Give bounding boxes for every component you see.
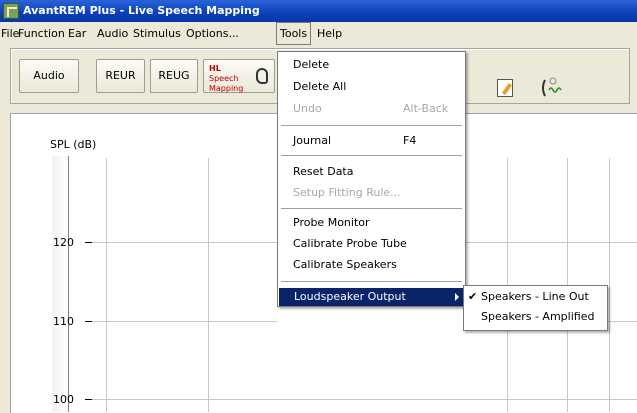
menu-help[interactable]: Help xyxy=(317,22,342,45)
menu-tools[interactable]: Tools xyxy=(276,22,312,45)
grid-line xyxy=(92,321,277,322)
window-title: AvantREM Plus - Live Speech Mapping xyxy=(23,4,260,17)
grid-line xyxy=(466,242,637,243)
audio-button[interactable]: Audio xyxy=(19,59,79,93)
journal-label: Journal xyxy=(293,134,332,147)
grid-line xyxy=(208,158,209,412)
y-tick-label: 100 xyxy=(53,393,74,406)
menu-item-setup-fitting-rule[interactable]: Setup Fitting Rule... xyxy=(278,184,465,202)
menu-item-delete[interactable]: Delete xyxy=(278,56,465,74)
undo-shortcut: Alt-Back xyxy=(403,102,449,115)
menu-separator xyxy=(281,125,462,126)
menu-bar: File Function Ear Audio Stimulus Options… xyxy=(0,22,637,45)
tick-mark xyxy=(85,399,92,400)
checkmark-icon: ✔ xyxy=(468,290,478,303)
menu-item-calibrate-speakers[interactable]: Calibrate Speakers xyxy=(278,256,465,274)
app-icon xyxy=(3,3,19,19)
probe-icon[interactable] xyxy=(541,76,565,100)
loudspeaker-output-submenu: ✔ Speakers - Line Out Speakers - Amplifi… xyxy=(463,285,608,331)
notepad-icon[interactable] xyxy=(497,79,513,97)
menu-item-reset-data[interactable]: Reset Data xyxy=(278,163,465,181)
tools-menu: Delete Delete All Undo Alt-Back Journal … xyxy=(277,51,466,307)
menu-options[interactable]: Options... xyxy=(186,22,239,45)
menu-function[interactable]: Function xyxy=(18,22,65,45)
menu-stimulus[interactable]: Stimulus xyxy=(133,22,181,45)
menu-separator xyxy=(281,155,462,156)
line-out-label: Speakers - Line Out xyxy=(481,290,589,303)
menu-item-delete-all[interactable]: Delete All xyxy=(278,78,465,96)
menu-ear[interactable]: Ear xyxy=(68,22,86,45)
menu-file[interactable]: File xyxy=(1,22,19,45)
speech-mapping-button[interactable]: HL Speech Mapping xyxy=(203,59,275,93)
grid-line xyxy=(92,242,277,243)
title-bar: AvantREM Plus - Live Speech Mapping xyxy=(0,0,637,22)
ear-icon xyxy=(256,68,268,84)
mapping-label: Mapping xyxy=(209,84,244,93)
grid-line xyxy=(608,321,637,322)
menu-item-probe-monitor[interactable]: Probe Monitor xyxy=(278,214,465,232)
reur-button[interactable]: REUR xyxy=(96,59,145,93)
journal-shortcut: F4 xyxy=(403,134,417,147)
menu-audio[interactable]: Audio xyxy=(97,22,128,45)
submenu-item-amplified[interactable]: Speakers - Amplified xyxy=(464,308,607,326)
tick-mark xyxy=(85,321,92,322)
menu-separator xyxy=(281,208,462,209)
y-axis xyxy=(52,156,69,412)
grid-line xyxy=(609,158,610,412)
y-axis-label: SPL (dB) xyxy=(50,138,97,151)
menu-item-loudspeaker-output[interactable]: Loudspeaker Output xyxy=(279,288,464,306)
menu-separator xyxy=(281,281,462,282)
loudspeaker-output-label: Loudspeaker Output xyxy=(294,290,406,303)
tick-mark xyxy=(85,242,92,243)
reug-button[interactable]: REUG xyxy=(150,59,198,93)
grid-line xyxy=(106,158,107,412)
y-tick-label: 120 xyxy=(53,236,74,249)
menu-item-journal[interactable]: Journal F4 xyxy=(278,132,465,150)
submenu-item-line-out[interactable]: ✔ Speakers - Line Out xyxy=(464,288,607,306)
undo-label: Undo xyxy=(293,102,322,115)
grid-line xyxy=(92,399,637,400)
menu-item-calibrate-probe-tube[interactable]: Calibrate Probe Tube xyxy=(278,235,465,253)
menu-item-undo[interactable]: Undo Alt-Back xyxy=(278,100,465,118)
submenu-arrow-icon xyxy=(455,293,459,301)
y-tick-label: 110 xyxy=(53,315,74,328)
